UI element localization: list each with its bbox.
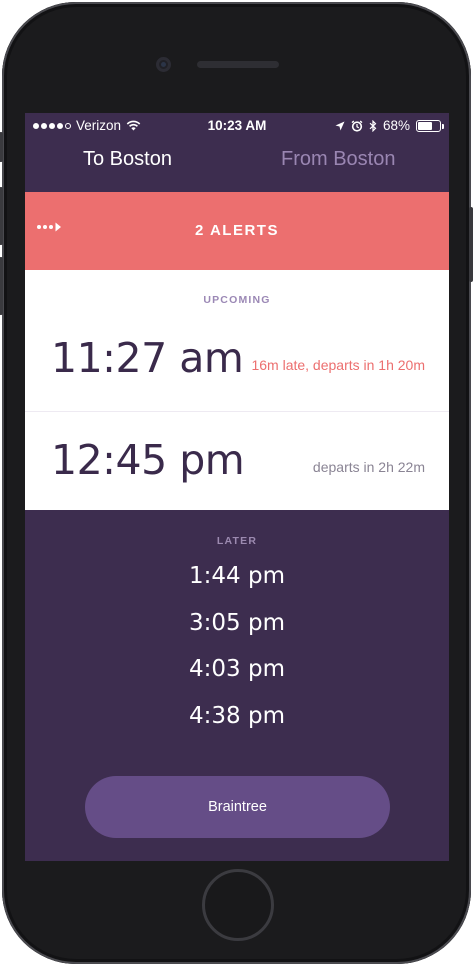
alerts-banner[interactable]: 2 ALERTS: [25, 192, 449, 270]
train-delay-note: 16m late, departs in 1h 20m: [251, 357, 425, 373]
earpiece-speaker: [197, 61, 279, 68]
train-row[interactable]: 11:27 am 16m late, departs in 1h 20m: [25, 310, 449, 412]
later-times-list: 1:44 pm 3:05 pm 4:03 pm 4:38 pm: [25, 559, 449, 745]
train-departure-time: 12:45 pm: [51, 436, 245, 484]
front-camera: [156, 57, 171, 72]
status-bar: Verizon 10:23 AM 68%: [25, 113, 449, 139]
volume-down-button: [0, 257, 3, 315]
upcoming-heading: UPCOMING: [203, 294, 271, 306]
app-screen: Verizon 10:23 AM 68% To Boston From Bost…: [25, 113, 449, 861]
later-heading: LATER: [216, 535, 258, 547]
tab-from-boston[interactable]: From Boston: [281, 148, 395, 171]
later-time-item[interactable]: 1:44 pm: [25, 559, 449, 606]
train-row[interactable]: 12:45 pm departs in 2h 22m: [25, 412, 449, 514]
train-departure-time: 11:27 am: [51, 334, 244, 382]
location-arrow-icon: [335, 121, 345, 130]
upcoming-section: UPCOMING 11:27 am 16m late, departs in 1…: [25, 270, 449, 510]
later-time-item[interactable]: 4:38 pm: [25, 699, 449, 746]
power-button: [469, 207, 473, 282]
later-time-item[interactable]: 4:03 pm: [25, 652, 449, 699]
battery-percent: 68%: [382, 118, 410, 133]
status-right: 68%: [335, 118, 444, 133]
tab-to-boston[interactable]: To Boston: [83, 148, 172, 171]
station-select-button[interactable]: Braintree: [85, 776, 390, 838]
home-button[interactable]: [202, 869, 274, 941]
mute-switch: [0, 132, 3, 162]
alarm-icon: [351, 119, 363, 132]
volume-up-button: [0, 187, 3, 245]
later-time-item[interactable]: 3:05 pm: [25, 606, 449, 653]
train-departs-note: departs in 2h 22m: [312, 459, 425, 475]
bluetooth-icon: [369, 119, 377, 132]
alerts-count-label: 2 ALERTS: [195, 222, 279, 239]
direction-tabs: To Boston From Boston: [25, 143, 449, 189]
battery-icon: [416, 119, 444, 132]
